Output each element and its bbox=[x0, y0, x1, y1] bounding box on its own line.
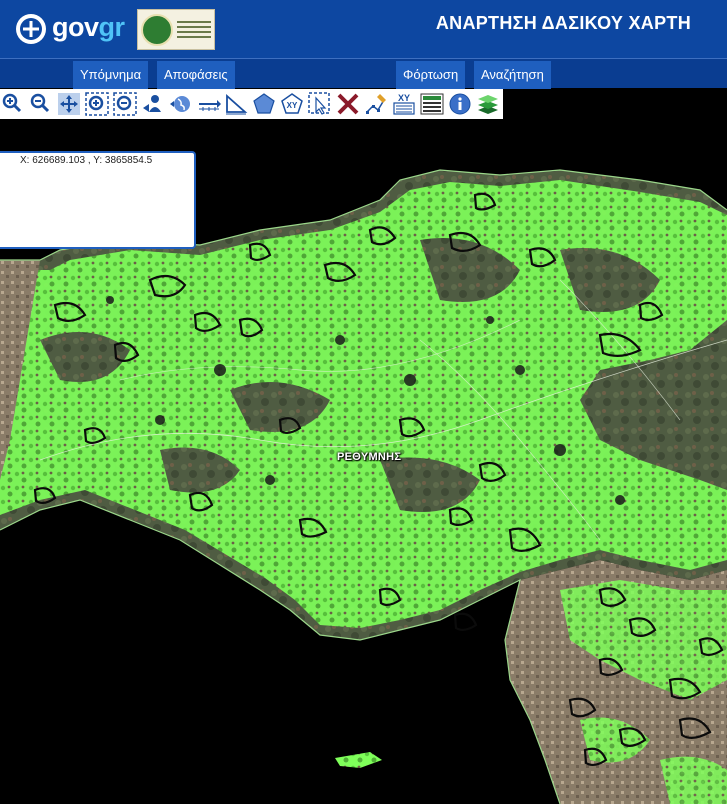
zoom-box-in-icon[interactable] bbox=[84, 91, 110, 117]
nav-legend-button[interactable]: Υπόμνημα bbox=[73, 61, 149, 89]
page-title: ΑΝΑΡΤΗΣΗ ΔΑΣΙΚΟΥ ΧΑΡΤΗ bbox=[435, 13, 691, 33]
govgr-logo[interactable]: govgr bbox=[52, 12, 125, 43]
coordinates-readout: X: 626689.103 , Y: 3865854.5 bbox=[20, 155, 153, 166]
measure-angle-icon[interactable] bbox=[224, 91, 250, 117]
svg-text:XY: XY bbox=[287, 101, 298, 110]
zoom-box-out-icon[interactable] bbox=[112, 91, 138, 117]
zoom-out-icon[interactable] bbox=[28, 91, 54, 117]
greek-emblem-icon bbox=[16, 14, 46, 44]
xy-pentagon-icon[interactable]: XY bbox=[279, 91, 305, 117]
map-toolbar: XY XY bbox=[0, 89, 503, 119]
nav-upload-button[interactable]: Φόρτωση bbox=[396, 61, 466, 89]
zoom-in-icon[interactable] bbox=[0, 91, 26, 117]
nav-search-button[interactable]: Αναζήτηση bbox=[474, 61, 551, 89]
xy-coordinates-icon[interactable]: XY bbox=[391, 91, 417, 117]
full-extent-icon[interactable] bbox=[168, 91, 194, 117]
place-label: ΡΕΘΥΜΝΗΣ bbox=[337, 451, 402, 463]
measure-distance-icon[interactable] bbox=[196, 91, 222, 117]
nav-decisions-button[interactable]: Αποφάσεις bbox=[157, 61, 235, 89]
measure-area-icon[interactable] bbox=[251, 91, 277, 117]
pan-icon[interactable] bbox=[56, 91, 82, 117]
previous-extent-icon[interactable] bbox=[140, 91, 166, 117]
edit-vertices-icon[interactable] bbox=[363, 91, 389, 117]
app-window: govgr ΑΝΑΡΤΗΣΗ ΔΑΣΙΚΟΥ ΧΑΡΤΗ Υπόμνημα Απ… bbox=[0, 0, 727, 804]
select-icon[interactable] bbox=[307, 91, 333, 117]
info-icon[interactable] bbox=[447, 91, 473, 117]
layers-icon[interactable] bbox=[475, 91, 501, 117]
clear-icon[interactable] bbox=[335, 91, 361, 117]
nav-bar: Υπόμνημα Αποφάσεις Φόρτωση Αναζήτηση bbox=[0, 58, 727, 89]
ministry-seal-icon bbox=[141, 13, 173, 46]
svg-text:XY: XY bbox=[398, 93, 410, 103]
islet bbox=[335, 752, 382, 768]
coordinates-panel: X: 626689.103 , Y: 3865854.5 bbox=[0, 151, 196, 249]
ministry-logo bbox=[137, 9, 215, 50]
header-bar: govgr ΑΝΑΡΤΗΣΗ ΔΑΣΙΚΟΥ ΧΑΡΤΗ bbox=[0, 0, 727, 58]
legend-icon[interactable] bbox=[419, 91, 445, 117]
